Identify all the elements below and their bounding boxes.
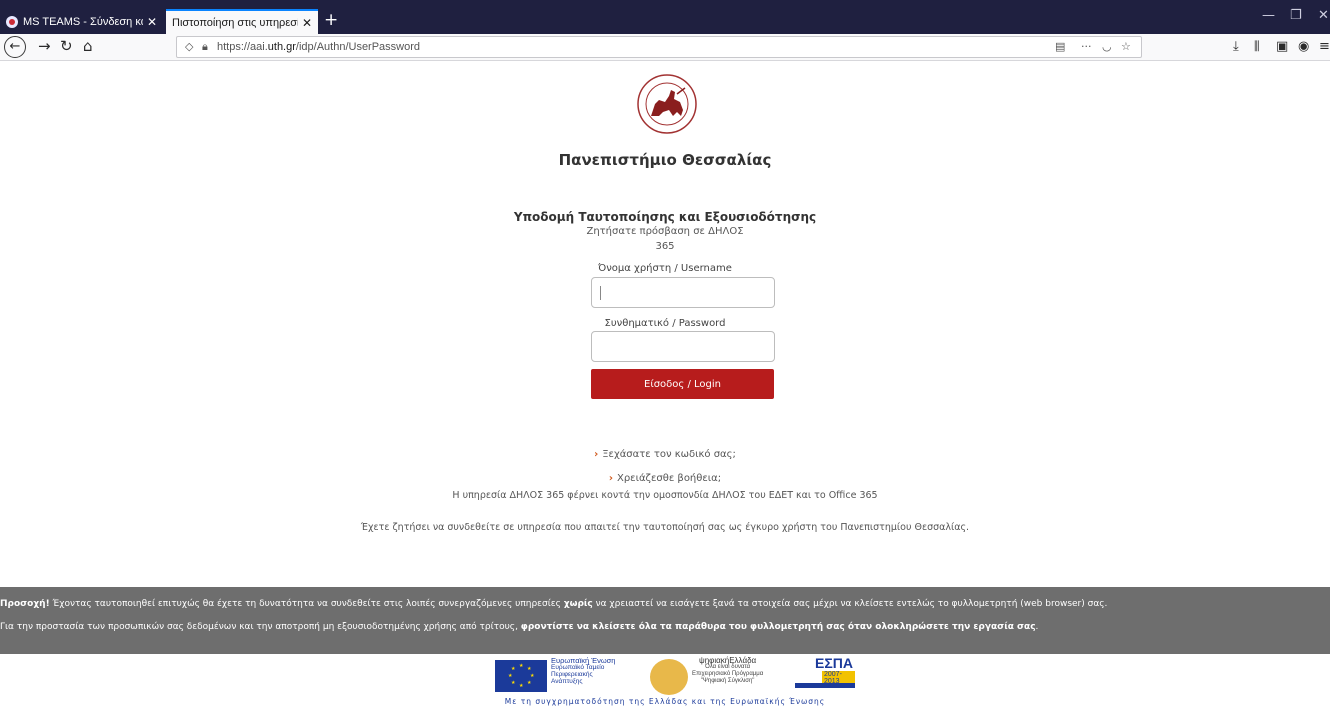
notice-line-1: Προσοχή! Έχοντας ταυτοποιηθεί επιτυχώς θ… bbox=[0, 599, 1108, 609]
cofunding-text: Με τη συγχρηματοδότηση της Ελλάδας και τ… bbox=[504, 697, 826, 706]
minimize-icon[interactable]: — bbox=[1262, 8, 1275, 23]
help-link[interactable]: › Χρειάζεσθε βοήθεια; bbox=[0, 473, 1330, 484]
eu-flag-logo: ★ ★ ★ ★ ★ ★ ★ ★ bbox=[495, 660, 547, 692]
chevron-right-icon: › bbox=[608, 473, 613, 484]
close-window-icon[interactable]: ✕ bbox=[1318, 8, 1329, 23]
login-button[interactable]: Είσοδος / Login bbox=[591, 369, 774, 399]
tab-ms-teams[interactable]: MS TEAMS - Σύνδεση και Χρήση ✕ bbox=[0, 9, 163, 34]
password-input[interactable] bbox=[591, 331, 775, 362]
tab-authentication[interactable]: Πιστοποίηση στις υπηρεσίες του Π ✕ bbox=[166, 9, 318, 34]
menu-icon[interactable]: ≡ bbox=[1319, 37, 1330, 56]
account-icon[interactable]: ◉ bbox=[1298, 37, 1309, 56]
chevron-right-icon: › bbox=[594, 449, 599, 460]
university-crest-logo bbox=[637, 74, 697, 134]
more-icon[interactable]: ··· bbox=[1081, 40, 1092, 53]
tab-favicon-icon bbox=[6, 15, 18, 28]
digital-greece-text: ψηφιακήΕλλάδα Όλα είναι δυνατά Επιχειρησ… bbox=[692, 656, 764, 685]
requested-service-text-2: 365 bbox=[655, 241, 675, 252]
tab-title: Πιστοποίηση στις υπηρεσίες του Π bbox=[172, 16, 298, 29]
digital-greece-logo bbox=[650, 659, 688, 695]
username-input[interactable] bbox=[591, 277, 775, 308]
delos-info-text: Η υπηρεσία ΔΗΛΟΣ 365 φέρνει κοντά την ομ… bbox=[452, 490, 878, 501]
pocket-icon[interactable]: ◡ bbox=[1102, 40, 1112, 53]
auth-info-text: Έχετε ζητήσει να συνδεθείτε σε υπηρεσία … bbox=[360, 522, 970, 533]
back-icon[interactable]: ← bbox=[4, 36, 26, 58]
page-heading: Υποδομή Ταυτοποίησης και Εξουσιοδότησης bbox=[513, 210, 817, 224]
password-label: Συνθηματικό / Password bbox=[604, 318, 726, 329]
close-tab-icon[interactable]: ✕ bbox=[302, 16, 312, 30]
star-icon[interactable]: ☆ bbox=[1121, 40, 1131, 53]
requested-service-text: Ζητήσατε πρόσβαση σε ΔΗΛΟΣ bbox=[586, 226, 744, 237]
nav-bar: ← → ↻ ⌂ ◇ 🔒︎ https://aai.uth.gr/idp/Auth… bbox=[0, 34, 1330, 61]
shield-icon[interactable]: ◇ bbox=[185, 40, 193, 53]
sidebar-icon[interactable]: ▣ bbox=[1276, 37, 1288, 56]
reload-icon[interactable]: ↻ bbox=[60, 37, 73, 56]
restore-icon[interactable]: ❐ bbox=[1290, 8, 1302, 23]
security-notice: Προσοχή! Έχοντας ταυτοποιηθεί επιτυχώς θ… bbox=[0, 587, 1330, 654]
espa-logo: ΕΣΠΑ 2007-2013 bbox=[795, 655, 855, 695]
new-tab-button[interactable]: + bbox=[324, 10, 338, 30]
url-text[interactable]: https://aai.uth.gr/idp/Authn/UserPasswor… bbox=[217, 41, 420, 53]
tab-bar: MS TEAMS - Σύνδεση και Χρήση ✕ Πιστοποίη… bbox=[0, 0, 1330, 34]
home-icon[interactable]: ⌂ bbox=[83, 37, 93, 56]
close-tab-icon[interactable]: ✕ bbox=[147, 15, 157, 29]
library-icon[interactable]: ⫼ bbox=[1254, 37, 1260, 56]
lock-icon[interactable]: 🔒︎ bbox=[202, 40, 208, 54]
university-name: Πανεπιστήμιο Θεσσαλίας bbox=[558, 151, 772, 169]
text-caret bbox=[600, 286, 601, 300]
notice-line-2: Για την προστασία των προσωπικών σας δεδ… bbox=[0, 622, 1039, 632]
forgot-password-link[interactable]: › Ξεχάσατε τον κωδικό σας; bbox=[0, 449, 1330, 460]
eu-fund-text: Ευρωπαϊκή Ένωση Ευρωπαϊκό Ταμείο Περιφερ… bbox=[551, 656, 616, 685]
tab-title: MS TEAMS - Σύνδεση και Χρήση bbox=[23, 15, 143, 28]
username-label: Όνομα χρήστη / Username bbox=[598, 263, 732, 274]
url-bar[interactable]: ◇ 🔒︎ https://aai.uth.gr/idp/Authn/UserPa… bbox=[176, 36, 1142, 58]
reader-icon[interactable]: ▤ bbox=[1055, 40, 1065, 53]
forward-icon[interactable]: → bbox=[38, 37, 51, 56]
download-icon[interactable]: ⤓ bbox=[1233, 37, 1239, 56]
